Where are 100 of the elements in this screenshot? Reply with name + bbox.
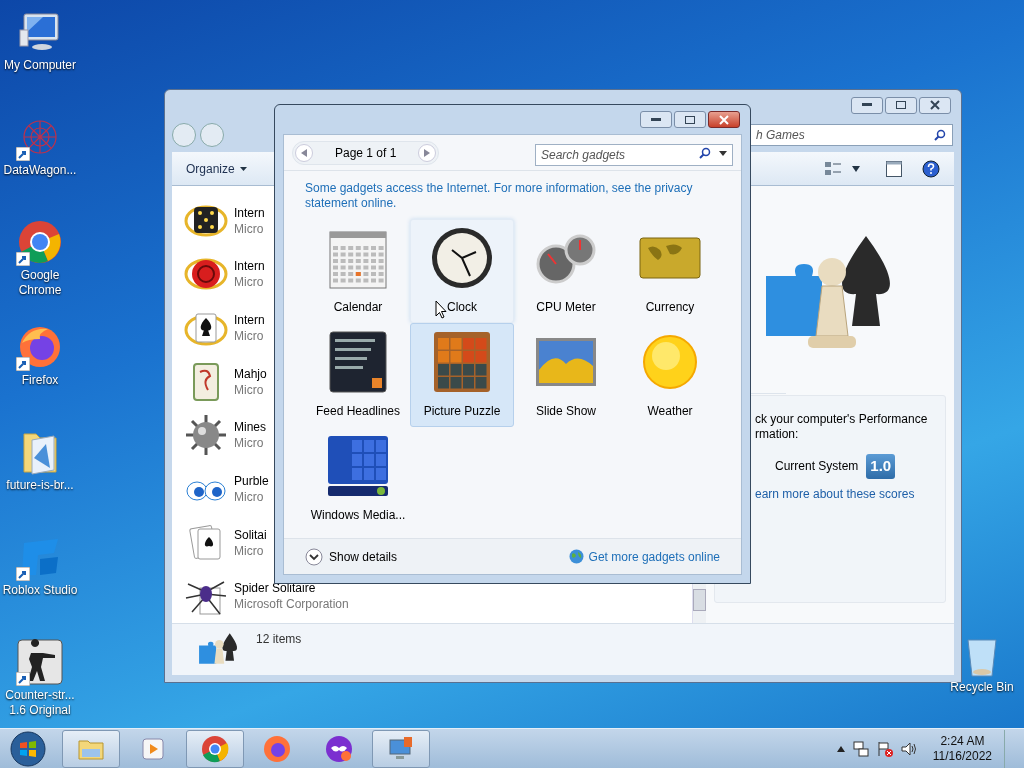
desktop-icon-label[interactable]: future-is-br...: [0, 478, 80, 493]
game-publisher: Micro: [234, 542, 265, 559]
game-publisher: Micro: [234, 488, 265, 505]
shortcut-arrow-icon: [16, 252, 30, 266]
preview-pane-icon[interactable]: [886, 160, 902, 177]
gadget-label: Weather: [647, 403, 693, 420]
desktop-icon-label[interactable]: Recycle Bin: [950, 680, 1014, 695]
close-button[interactable]: [708, 111, 740, 128]
desktop-icon-label[interactable]: Roblox Studio: [0, 583, 80, 598]
recycle-bin-icon: [964, 636, 1000, 680]
close-icon: [719, 114, 729, 125]
window-control-button[interactable]: [640, 111, 672, 128]
shortcut-arrow-icon: [16, 567, 30, 581]
caret-icon: [239, 166, 247, 171]
mask-app-icon: [324, 733, 354, 764]
next-page-button[interactable]: [418, 143, 437, 162]
help-icon[interactable]: [922, 159, 940, 178]
minimize-icon: [862, 103, 872, 107]
show-hidden-icons-icon[interactable]: [836, 745, 845, 752]
desktop-icon-label[interactable]: DataWagon...: [0, 163, 80, 178]
gadget-tile[interactable]: CPU Meter: [514, 219, 618, 323]
caret-icon[interactable]: [852, 165, 860, 172]
desktop-icon-label[interactable]: Google Chrome: [0, 268, 80, 298]
window-control-button[interactable]: [919, 96, 951, 114]
media-center-gadget-icon: [326, 434, 390, 498]
soldier-silhouette-icon: [17, 639, 63, 685]
gadget-tile[interactable]: Currency: [618, 219, 722, 323]
spiked-mine-icon: [184, 413, 228, 458]
item-count: 12 items: [256, 631, 302, 648]
game-name[interactable]: Purble: [234, 472, 269, 489]
gadget-tile[interactable]: Weather: [618, 323, 722, 427]
score-label: Current System: [775, 458, 859, 476]
chrome-logo-icon: [200, 733, 230, 764]
organize-button[interactable]: Organize: [186, 159, 247, 178]
performance-description: ck your computer's Performance rmation:: [755, 412, 929, 442]
computer-monitor-icon: [18, 12, 62, 52]
shortcut-arrow-icon: [16, 147, 30, 161]
flag-alert-icon[interactable]: [876, 740, 893, 757]
gadget-label: Clock: [447, 299, 477, 316]
privacy-notice-link[interactable]: Some gadgets access the Internet. For more information, see the privacy statement online.: [284, 181, 741, 211]
chrome-logo-icon: [18, 220, 62, 264]
taskbar-app-button[interactable]: [186, 729, 244, 768]
search-field[interactable]: Search gadgets: [535, 143, 733, 166]
gadget-label: Feed Headlines: [315, 403, 401, 420]
globe-icon: [568, 549, 584, 564]
shortcut-arrow-icon: [16, 672, 30, 686]
game-name[interactable]: Solitai: [234, 526, 267, 543]
game-publisher: Micro: [234, 381, 265, 398]
right-triangle-icon: [424, 148, 431, 157]
game-name[interactable]: Mahjo: [234, 365, 267, 382]
window-control-button[interactable]: [885, 96, 917, 114]
game-name[interactable]: Mines: [234, 419, 266, 436]
learn-more-link[interactable]: earn more about these scores: [755, 484, 945, 503]
search-field[interactable]: h Games: [749, 124, 953, 146]
search-icon: [699, 146, 711, 159]
gadget-tile[interactable]: Feed Headlines: [306, 323, 410, 427]
game-publisher: Micro: [234, 274, 265, 291]
score-badge: 1.0: [866, 454, 896, 479]
show-details-button[interactable]: Show details: [305, 547, 398, 566]
desktop-icon-label[interactable]: My Computer: [0, 58, 80, 73]
news-feed-icon: [326, 330, 390, 394]
network-icon[interactable]: [852, 740, 869, 757]
minimize-icon: [651, 117, 661, 122]
windows-orb-icon: [10, 730, 46, 767]
gadget-label: Currency: [645, 299, 695, 316]
mouse-pointer-icon: [435, 300, 447, 319]
maximize-icon: [896, 101, 906, 109]
gadget-label: Windows Media...: [310, 507, 406, 524]
gadget-tile[interactable]: Windows Media...: [306, 427, 410, 531]
gadget-label: Calendar: [333, 299, 383, 316]
view-options-icon[interactable]: [824, 160, 842, 177]
search-icon: [934, 129, 946, 141]
gadget-tile[interactable]: Picture Puzzle: [410, 323, 514, 427]
clock-gadget-icon: [430, 226, 494, 290]
gadget-tile[interactable]: Clock: [410, 219, 514, 323]
game-publisher: Micro: [234, 435, 265, 452]
gadget-label: CPU Meter: [536, 299, 596, 316]
game-name[interactable]: Intern: [234, 204, 265, 221]
game-name[interactable]: Intern: [234, 312, 265, 329]
game-name[interactable]: Spider Solitaire: [234, 580, 349, 597]
speaker-icon[interactable]: [900, 740, 917, 757]
window-control-button[interactable]: [851, 96, 883, 114]
previous-page-button[interactable]: [295, 143, 313, 162]
gadget-label: Picture Puzzle: [423, 403, 501, 420]
game-publisher: Micro: [234, 220, 265, 237]
window-control-button[interactable]: [674, 111, 706, 128]
taskbar-app-button[interactable]: [372, 729, 430, 768]
desktop-icon-label[interactable]: Firefox: [0, 373, 80, 388]
game-publisher: Micro: [234, 328, 265, 345]
more-gadgets-link[interactable]: Get more gadgets online: [588, 547, 720, 566]
left-triangle-icon: [301, 148, 307, 157]
shortcut-arrow-icon: [16, 357, 30, 371]
gadget-tile[interactable]: Slide Show: [514, 323, 618, 427]
caret-icon[interactable]: [719, 150, 727, 156]
close-icon: [930, 100, 940, 110]
gadget-tile[interactable]: Calendar: [306, 219, 410, 323]
clock-button[interactable]: 2:24 AM 11/16/2022: [932, 733, 992, 764]
gadget-label: Slide Show: [535, 403, 596, 420]
firefox-logo-icon: [262, 733, 292, 764]
game-name[interactable]: Intern: [234, 258, 265, 275]
